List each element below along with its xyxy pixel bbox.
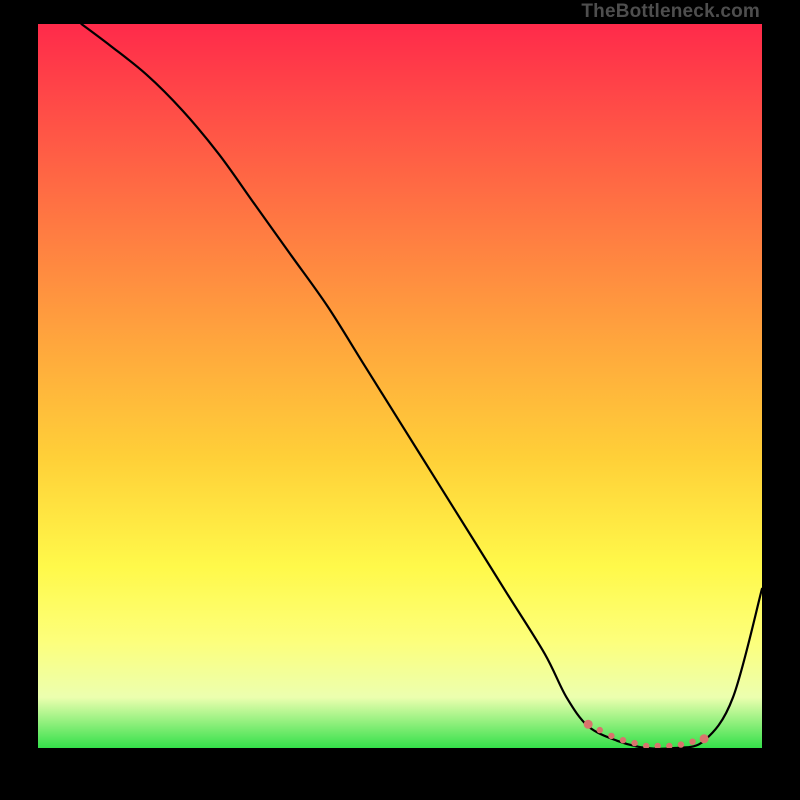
chart-plot-area — [38, 24, 762, 748]
flat-marker-dot — [666, 743, 672, 748]
flat-marker-dot — [597, 727, 603, 733]
flat-marker-dot — [643, 743, 649, 748]
flat-marker-dot — [631, 740, 637, 746]
flat-marker-dot — [608, 733, 614, 739]
flat-marker-dot — [620, 737, 626, 743]
chart-svg — [38, 24, 762, 748]
bottleneck-curve-path — [81, 24, 762, 748]
flat-marker-dot — [700, 734, 709, 743]
flat-marker-dot — [584, 720, 593, 729]
flat-marker-dot — [655, 743, 661, 748]
flat-marker-dot — [689, 739, 695, 745]
watermark-text: TheBottleneck.com — [581, 2, 760, 21]
flat-marker-dot — [678, 741, 684, 747]
